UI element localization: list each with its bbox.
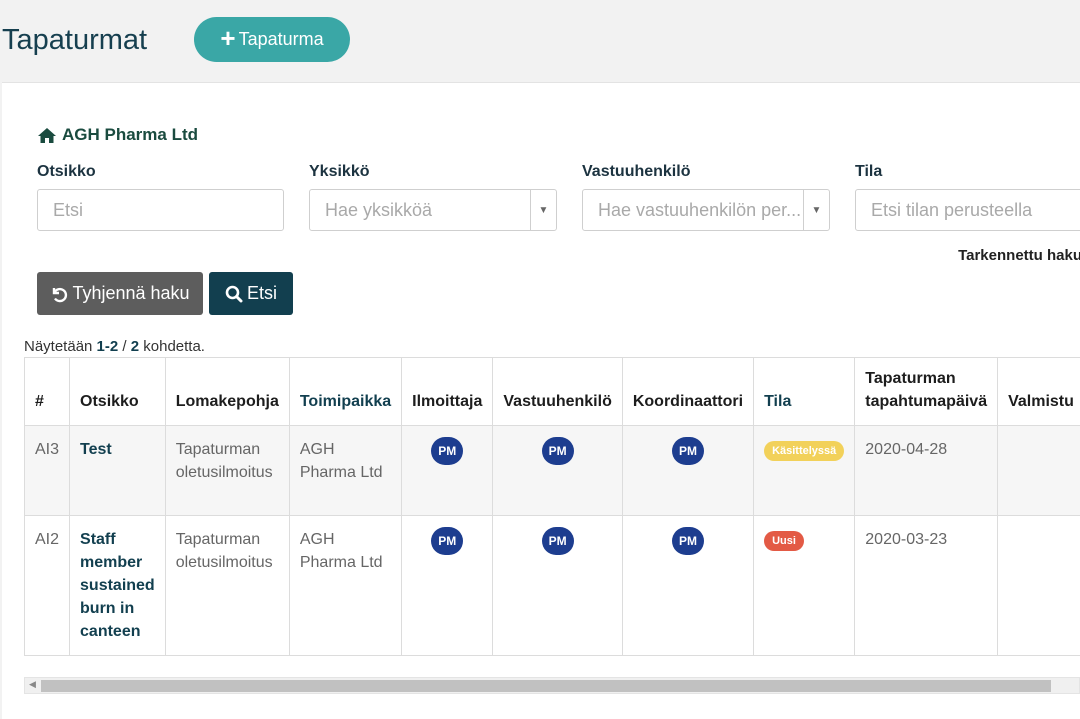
cell-reporter: PM	[401, 425, 494, 516]
cell-status: Käsittelyssä	[753, 425, 856, 516]
results-total: 2	[130, 338, 140, 355]
cell-coordinator: PM	[621, 425, 755, 516]
organization-name: AGH Pharma Ltd	[62, 125, 199, 144]
caret-down-icon[interactable]: ▼	[530, 190, 556, 230]
cell-title[interactable]: Test	[69, 425, 166, 516]
responsible-filter-placeholder: Hae vastuuhenkilön per...	[598, 199, 802, 220]
incidents-table: # Otsikko Lomakepohja Toimipaikka Ilmoit…	[23, 357, 1080, 656]
cell-coordinator: PM	[621, 515, 755, 656]
plus-icon: +	[220, 23, 236, 53]
cell-id: AI2	[23, 515, 71, 656]
status-filter-input[interactable]: Etsi tilan perusteella	[855, 189, 1080, 231]
column-header-status[interactable]: Tila	[753, 357, 856, 426]
column-header-location[interactable]: Toimipaikka	[288, 357, 403, 426]
cell-location: AGH Pharma Ltd	[288, 515, 403, 656]
status-filter-label: Tila	[855, 163, 883, 180]
avatar: PM	[541, 437, 574, 465]
title-filter-label: Otsikko	[37, 163, 96, 180]
undo-icon	[53, 287, 68, 302]
cell-incident-date: 2020-04-28	[854, 425, 999, 516]
responsible-filter-select[interactable]: Hae vastuuhenkilön per... ▼	[582, 189, 830, 231]
add-incident-button[interactable]: + Tapaturma	[194, 17, 350, 62]
avatar: PM	[431, 437, 464, 465]
responsible-filter-label: Vastuuhenkilö	[582, 163, 691, 180]
title-filter-input[interactable]: Etsi	[37, 189, 284, 231]
status-filter-placeholder: Etsi tilan perusteella	[871, 199, 1033, 220]
status-badge: Uusi	[764, 531, 804, 551]
avatar: PM	[671, 527, 704, 555]
table-row[interactable]: AI3 Test Tapaturman oletusilmoitus AGH P…	[23, 425, 1080, 516]
cell-location: AGH Pharma Ltd	[288, 425, 403, 516]
results-separator: /	[118, 338, 131, 355]
cell-status: Uusi	[753, 515, 856, 656]
add-incident-label: Tapaturma	[238, 29, 324, 49]
cell-template: Tapaturman oletusilmoitus	[164, 515, 290, 656]
avatar: PM	[671, 437, 704, 465]
status-badge: Käsittelyssä	[764, 441, 845, 461]
main-card: AGH Pharma Ltd Otsikko Etsi Yksikkö Hae …	[2, 82, 1080, 719]
caret-down-icon[interactable]: ▼	[803, 190, 829, 230]
scrollbar-thumb[interactable]	[41, 680, 1051, 692]
cell-completed	[997, 515, 1080, 656]
column-header-coordinator[interactable]: Koordinaattori	[621, 357, 755, 426]
unit-filter-placeholder: Hae yksikköä	[325, 199, 433, 220]
avatar: PM	[431, 527, 464, 555]
cell-responsible: PM	[492, 515, 623, 656]
column-header-incident-date[interactable]: Tapaturman tapahtumapäivä	[854, 357, 999, 426]
column-header-completed[interactable]: Valmistu	[997, 357, 1080, 426]
table-header-row: # Otsikko Lomakepohja Toimipaikka Ilmoit…	[23, 357, 1080, 426]
unit-filter-select[interactable]: Hae yksikköä ▼	[309, 189, 557, 231]
title-filter-placeholder: Etsi	[53, 199, 84, 220]
results-range: 1-2	[96, 338, 119, 355]
avatar: PM	[541, 527, 574, 555]
column-header-id[interactable]: #	[23, 357, 71, 426]
clear-search-button[interactable]: Tyhjennä haku	[37, 272, 203, 315]
unit-filter-label: Yksikkö	[309, 163, 370, 180]
results-count: Näytetään 1-2 / 2 kohdetta.	[24, 338, 205, 355]
horizontal-scrollbar[interactable]: ◀	[24, 677, 1080, 694]
results-suffix: kohdetta.	[139, 338, 205, 355]
cell-completed	[997, 425, 1080, 516]
search-button[interactable]: Etsi	[209, 272, 293, 315]
advanced-search-link[interactable]: Tarkennettu haku	[958, 247, 1080, 264]
home-icon	[38, 127, 56, 143]
column-header-template[interactable]: Lomakepohja	[164, 357, 290, 426]
cell-id: AI3	[23, 425, 71, 516]
cell-responsible: PM	[492, 425, 623, 516]
cell-title[interactable]: Staff member sustained burn in canteen	[69, 515, 166, 656]
cell-incident-date: 2020-03-23	[854, 515, 999, 656]
column-header-responsible[interactable]: Vastuuhenkilö	[492, 357, 623, 426]
scroll-left-icon[interactable]: ◀	[29, 679, 36, 690]
results-prefix: Näytetään	[24, 338, 97, 355]
clear-search-label: Tyhjennä haku	[72, 283, 190, 303]
cell-reporter: PM	[401, 515, 494, 656]
column-header-title[interactable]: Otsikko	[69, 357, 166, 426]
search-label: Etsi	[246, 283, 277, 303]
column-header-reporter[interactable]: Ilmoittaja	[401, 357, 494, 426]
search-icon	[225, 285, 243, 302]
table-row[interactable]: AI2 Staff member sustained burn in cante…	[23, 515, 1080, 656]
cell-template: Tapaturman oletusilmoitus	[164, 425, 290, 516]
page-title: Tapaturmat	[2, 24, 148, 56]
organization-breadcrumb[interactable]: AGH Pharma Ltd	[37, 125, 198, 145]
